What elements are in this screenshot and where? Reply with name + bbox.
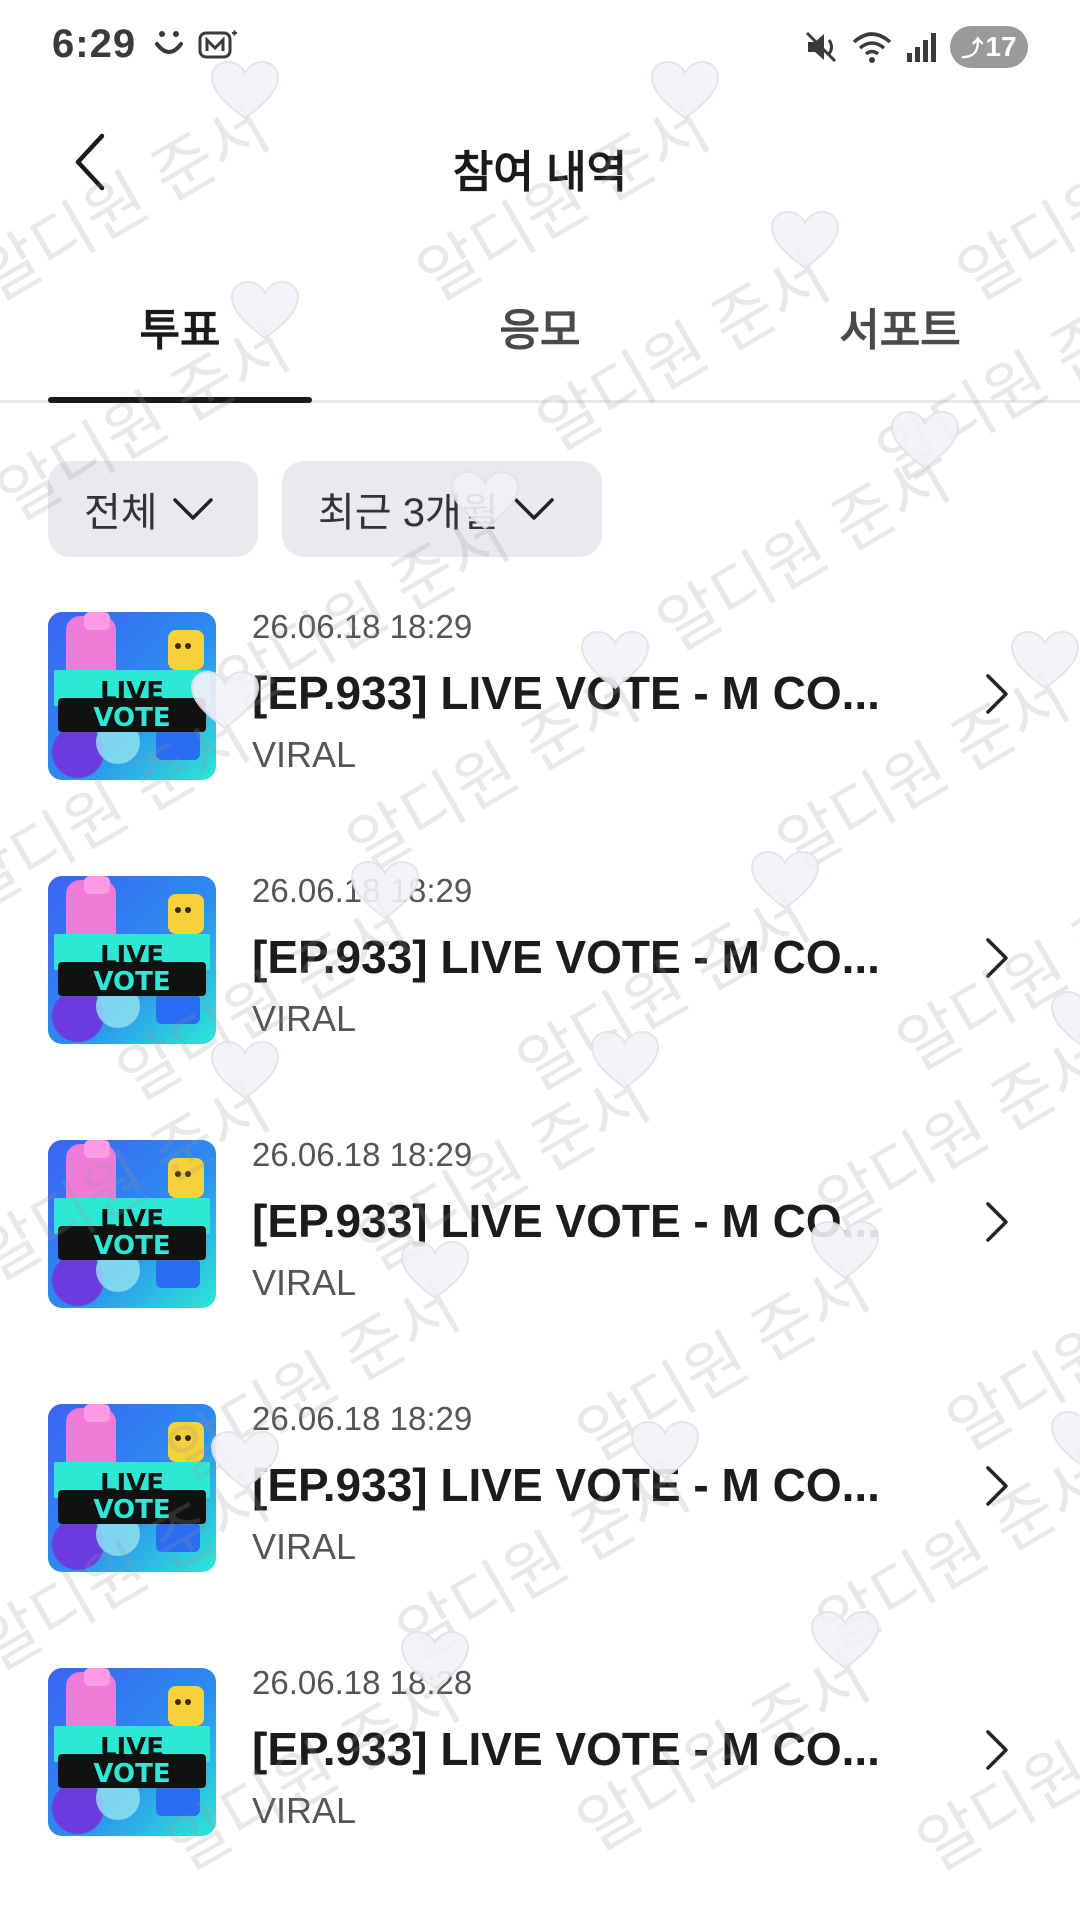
item-title: [EP.933] LIVE VOTE - M CO... <box>252 667 880 719</box>
item-title: [EP.933] LIVE VOTE - M CO... <box>252 1195 880 1247</box>
category-filter-label: 전체 <box>84 491 158 535</box>
tab-apply[interactable]: 응모 <box>408 294 672 358</box>
active-tab-indicator <box>48 397 312 403</box>
charging-icon: ⤴ <box>961 36 984 61</box>
item-date: 26.06.18 18:29 <box>252 1136 473 1173</box>
chevron-right-icon <box>986 1466 1008 1506</box>
thumb-text-line2: VOTE <box>93 703 170 733</box>
status-bar: 6:29 ⤴ 17 <box>0 0 1080 100</box>
status-left-icons <box>154 28 238 62</box>
thumb-text-line2: VOTE <box>93 1759 170 1789</box>
battery-level: 17 <box>985 31 1017 62</box>
chevron-right-icon <box>986 674 1008 714</box>
list-item[interactable]: LIVE VOTE 26.06.18 18:29 [EP.933] LIVE V… <box>0 1136 1080 1402</box>
status-right-icons: ⤴ 17 <box>804 26 1028 68</box>
item-date: 26.06.18 18:28 <box>252 1664 473 1701</box>
item-title: [EP.933] LIVE VOTE - M CO... <box>252 1459 880 1511</box>
signal-icon <box>907 33 936 62</box>
tab-support[interactable]: 서포트 <box>768 294 1032 358</box>
list-item[interactable]: LIVE VOTE 26.06.18 18:29 [EP.933] LIVE V… <box>0 1400 1080 1666</box>
chevron-right-icon <box>986 938 1008 978</box>
vote-thumbnail: LIVE VOTE <box>48 876 216 1044</box>
watermark-heart-icon <box>890 410 960 470</box>
list-item[interactable]: LIVE VOTE 26.06.18 18:29 [EP.933] LIVE V… <box>0 608 1080 874</box>
battery-indicator: ⤴ 17 <box>950 26 1028 68</box>
item-subtitle: VIRAL <box>252 734 357 775</box>
item-subtitle: VIRAL <box>252 1526 357 1567</box>
vote-thumbnail: LIVE VOTE <box>48 1668 216 1836</box>
tab-bar: 투표 응모 서포트 <box>0 280 1080 403</box>
period-filter-label: 최근 3개월 <box>318 491 499 535</box>
thumb-text-line2: VOTE <box>93 1231 170 1261</box>
chevron-right-icon <box>986 1202 1008 1242</box>
vote-history-list: LIVE VOTE 26.06.18 18:29 [EP.933] LIVE V… <box>0 608 1080 1930</box>
list-item[interactable]: LIVE VOTE 26.06.18 18:28 [EP.933] LIVE V… <box>0 1664 1080 1930</box>
item-subtitle: VIRAL <box>252 1790 357 1831</box>
vote-thumbnail: LIVE VOTE <box>48 1404 216 1572</box>
item-date: 26.06.18 18:29 <box>252 1400 473 1437</box>
header: 참여 내역 <box>0 110 1080 220</box>
item-subtitle: VIRAL <box>252 998 357 1039</box>
thumb-text-line2: VOTE <box>93 1495 170 1525</box>
chevron-down-icon <box>513 498 554 520</box>
smile-icon <box>155 31 183 54</box>
m-app-icon <box>198 30 237 59</box>
category-filter-dropdown[interactable]: 전체 <box>48 461 258 557</box>
vote-thumbnail: LIVE VOTE <box>48 1140 216 1308</box>
chevron-down-icon <box>172 498 213 520</box>
tab-vote[interactable]: 투표 <box>48 294 312 358</box>
vote-thumbnail: LIVE VOTE <box>48 612 216 780</box>
filter-bar: 전체 최근 3개월 <box>48 461 602 557</box>
list-item[interactable]: LIVE VOTE 26.06.18 18:29 [EP.933] LIVE V… <box>0 872 1080 1138</box>
item-subtitle: VIRAL <box>252 1262 357 1303</box>
item-date: 26.06.18 18:29 <box>252 872 473 909</box>
page-title: 참여 내역 <box>452 148 628 197</box>
wifi-icon <box>852 32 892 63</box>
item-date: 26.06.18 18:29 <box>252 608 473 645</box>
mute-icon <box>805 31 837 63</box>
chevron-right-icon <box>986 1730 1008 1770</box>
item-title: [EP.933] LIVE VOTE - M CO... <box>252 931 880 983</box>
thumb-text-line2: VOTE <box>93 967 170 997</box>
status-time: 6:29 <box>52 22 137 66</box>
period-filter-dropdown[interactable]: 최근 3개월 <box>282 461 602 557</box>
item-title: [EP.933] LIVE VOTE - M CO... <box>252 1723 880 1775</box>
